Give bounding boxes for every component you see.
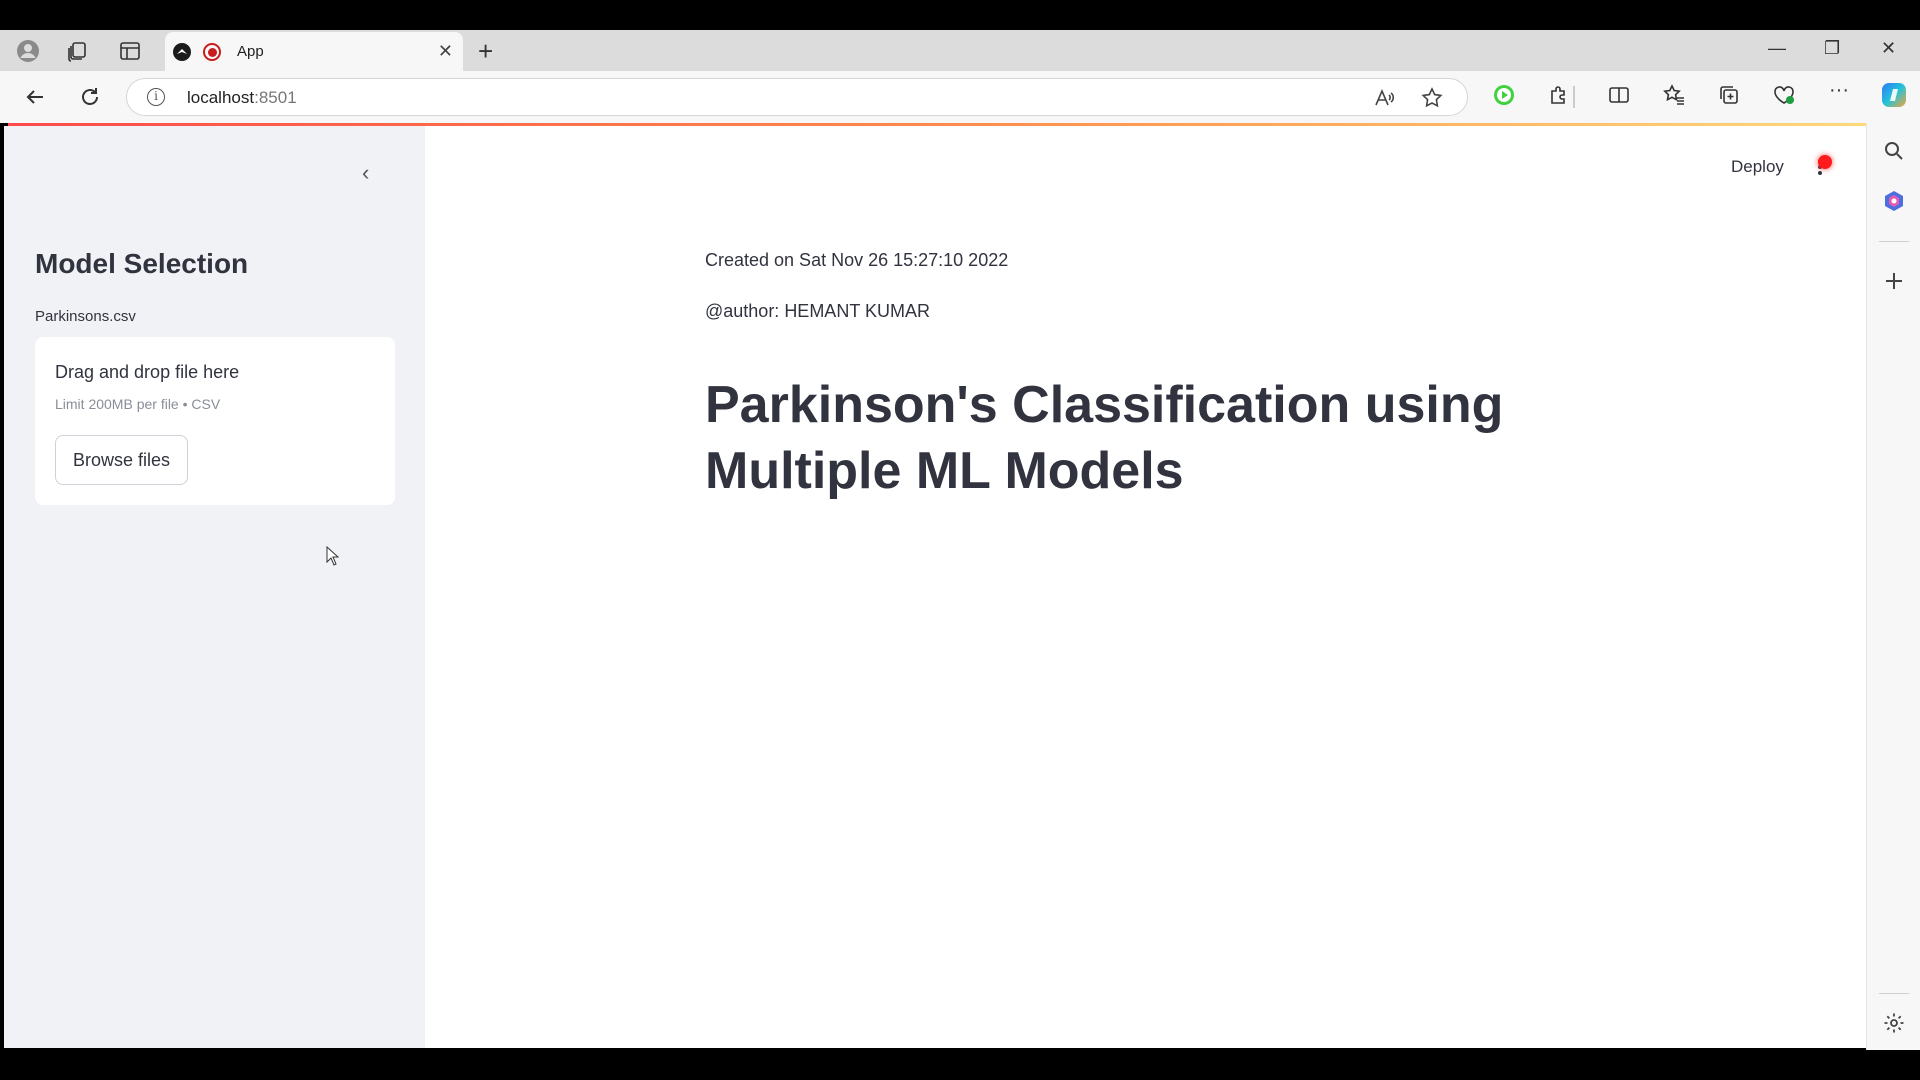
main-content: Deploy Created on Sat Nov 26 15:27:10 20… xyxy=(425,126,1866,1048)
toolbar-divider xyxy=(1573,86,1575,108)
favorite-star-icon[interactable] xyxy=(1421,87,1443,115)
copilot-icon[interactable] xyxy=(1880,81,1906,115)
author-text: @author: HEMANT KUMAR xyxy=(705,301,930,321)
dropzone-title: Drag and drop file here xyxy=(55,362,240,382)
restore-button[interactable]: ❐ xyxy=(1824,38,1840,59)
sidebar-title: Model Selection xyxy=(35,248,249,279)
address-bar[interactable]: i localhost:8501 xyxy=(126,78,1468,116)
search-icon[interactable] xyxy=(1882,139,1906,163)
sidebar: ‹ Model Selection Parkinsons.csv Drag an… xyxy=(4,126,425,1048)
edge-sidebar xyxy=(1866,123,1920,1050)
recording-icon xyxy=(203,43,221,61)
split-screen-icon[interactable] xyxy=(1606,84,1632,112)
mouse-cursor-icon xyxy=(326,545,340,571)
collections-icon[interactable] xyxy=(63,38,91,64)
settings-icon[interactable] xyxy=(1882,1011,1906,1035)
browser-toolbar: i localhost:8501 ··· xyxy=(0,71,1920,123)
refresh-icon[interactable] xyxy=(76,83,104,111)
page-title: Parkinson's Classification using Multipl… xyxy=(705,376,1504,500)
read-aloud-icon[interactable] xyxy=(1373,87,1395,115)
more-icon[interactable]: ··· xyxy=(1826,79,1852,102)
streamlit-favicon xyxy=(173,43,191,61)
favorites-icon[interactable] xyxy=(1661,84,1687,112)
close-window-button[interactable]: ✕ xyxy=(1881,38,1896,59)
top-letterbox xyxy=(0,0,1920,30)
tab-title: App xyxy=(237,43,264,60)
tab-strip: App ✕ xyxy=(0,30,1920,71)
back-icon[interactable] xyxy=(21,83,49,111)
tab-actions-icon[interactable] xyxy=(116,38,144,64)
file-dropzone[interactable]: Drag and drop file here Limit 200MB per … xyxy=(35,337,395,505)
minimize-button[interactable]: — xyxy=(1768,38,1786,59)
deploy-button[interactable]: Deploy xyxy=(1731,157,1784,177)
url-text[interactable]: localhost:8501 xyxy=(187,88,297,108)
collections-toolbar-icon[interactable] xyxy=(1716,84,1742,112)
add-icon[interactable] xyxy=(1882,269,1906,293)
tab-app[interactable]: App ✕ xyxy=(165,32,463,71)
browser-essentials-icon[interactable] xyxy=(1771,84,1797,112)
info-icon[interactable]: i xyxy=(147,88,165,106)
close-tab-icon[interactable]: ✕ xyxy=(438,41,453,62)
extension-play-icon[interactable] xyxy=(1491,84,1517,112)
extensions-icon[interactable] xyxy=(1546,84,1572,112)
dropzone-limit: Limit 200MB per file • CSV xyxy=(55,396,221,412)
profile-icon[interactable] xyxy=(14,38,42,64)
office-icon[interactable] xyxy=(1882,189,1906,213)
created-text: Created on Sat Nov 26 15:27:10 2022 xyxy=(705,250,1009,270)
new-tab-button[interactable]: + xyxy=(478,36,493,67)
bottom-letterbox xyxy=(0,1050,1920,1080)
collapse-sidebar-icon[interactable]: ‹ xyxy=(362,160,369,186)
file-uploader-label: Parkinsons.csv xyxy=(35,308,136,325)
running-status-icon xyxy=(1818,155,1832,169)
rail-divider xyxy=(1879,241,1909,242)
browse-files-button[interactable]: Browse files xyxy=(55,435,188,485)
rail-divider-bottom xyxy=(1879,993,1909,994)
